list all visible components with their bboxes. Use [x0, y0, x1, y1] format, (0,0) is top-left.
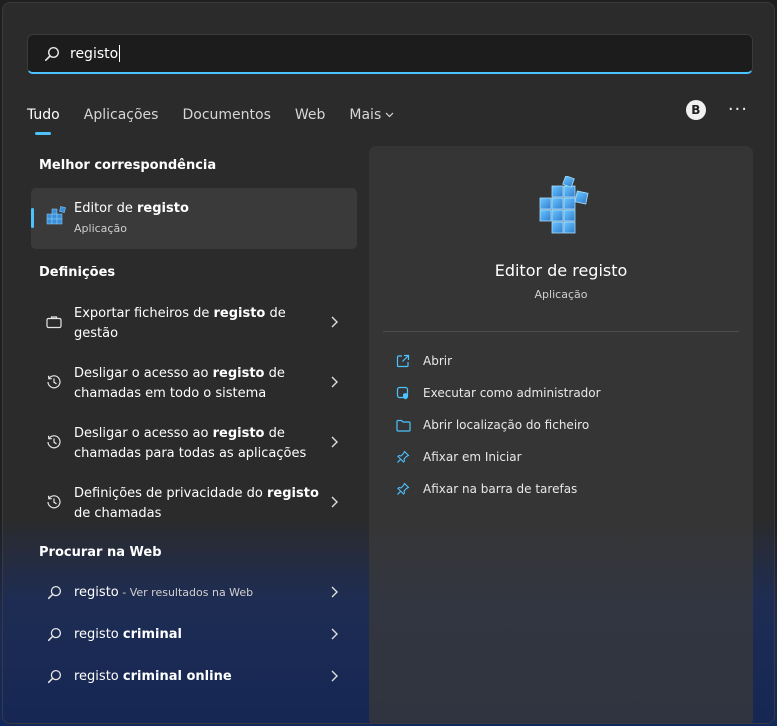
- shield-admin-icon: [395, 385, 411, 401]
- tab-all[interactable]: Tudo: [27, 104, 60, 126]
- chevron-right-icon: [329, 375, 339, 389]
- registry-editor-icon: [46, 206, 66, 225]
- chevron-right-icon: [329, 669, 339, 683]
- chevron-right-icon: [329, 627, 339, 641]
- settings-item[interactable]: Desligar o acesso ao registo de chamadas…: [31, 353, 357, 411]
- web-result-label: registo - Ver resultados na Web: [74, 585, 254, 600]
- registry-editor-icon: [539, 176, 589, 234]
- briefcase-icon: [45, 313, 63, 331]
- chevron-down-icon: [385, 105, 394, 127]
- settings-item-label: Desligar o acesso ao registo de chamadas…: [74, 366, 285, 401]
- action-open[interactable]: Abrir: [395, 351, 452, 371]
- action-open-file-location[interactable]: Abrir localização do ficheiro: [395, 415, 589, 435]
- detail-app-title: Editor de registo: [494, 261, 628, 280]
- settings-item-label: Desligar o acesso ao registo de chamadas…: [74, 426, 307, 461]
- web-result-label: registo criminal: [74, 627, 182, 642]
- search-icon: [45, 667, 63, 685]
- text-caret: [119, 45, 121, 62]
- open-icon: [395, 353, 411, 369]
- web-result-item[interactable]: registo criminal online: [31, 656, 357, 696]
- pin-icon: [395, 449, 411, 465]
- selection-indicator: [31, 208, 34, 228]
- settings-heading: Definições: [39, 265, 116, 280]
- account-avatar[interactable]: B: [685, 100, 706, 120]
- best-match-subtitle: Aplicação: [74, 222, 127, 235]
- more-options-icon[interactable]: ···: [728, 101, 748, 119]
- settings-item-label: Exportar ficheiros de registo de gestão: [74, 306, 286, 341]
- chevron-right-icon: [329, 315, 339, 329]
- best-match-item[interactable]: Editor de registo Aplicação: [31, 188, 357, 249]
- detail-app-type: Aplicação: [534, 288, 588, 301]
- best-match-title: Editor de registo: [74, 201, 189, 216]
- search-icon: [45, 583, 63, 601]
- tab-more[interactable]: Mais: [349, 104, 394, 126]
- detail-panel: Editor de registo Aplicação Abrir Execut…: [369, 146, 753, 723]
- settings-item[interactable]: Definições de privacidade do registo de …: [31, 473, 357, 531]
- tab-web[interactable]: Web: [295, 104, 326, 126]
- top-right-controls: B ···: [685, 99, 748, 121]
- chevron-right-icon: [329, 585, 339, 599]
- web-result-item[interactable]: registo criminal: [31, 614, 357, 654]
- chevron-right-icon: [329, 495, 339, 509]
- history-icon: [45, 493, 63, 511]
- search-icon: [45, 625, 63, 643]
- tab-apps[interactable]: Aplicações: [84, 104, 159, 126]
- action-pin-to-start[interactable]: Afixar em Iniciar: [395, 447, 522, 467]
- web-result-label: registo criminal online: [74, 669, 232, 684]
- tab-more-label: Mais: [349, 107, 382, 123]
- search-icon: [43, 45, 61, 63]
- filter-tabs: Tudo Aplicações Documentos Web Mais: [27, 99, 418, 131]
- search-input[interactable]: registo: [70, 46, 118, 62]
- tab-documents[interactable]: Documentos: [182, 104, 270, 126]
- chevron-right-icon: [329, 435, 339, 449]
- web-heading: Procurar na Web: [39, 545, 162, 560]
- history-icon: [45, 433, 63, 451]
- divider: [383, 331, 739, 332]
- action-pin-to-taskbar[interactable]: Afixar na barra de tarefas: [395, 479, 577, 499]
- settings-item[interactable]: Exportar ficheiros de registo de gestão: [31, 293, 357, 351]
- settings-item[interactable]: Desligar o acesso ao registo de chamadas…: [31, 413, 357, 471]
- settings-item-label: Definições de privacidade do registo de …: [74, 486, 319, 521]
- history-icon: [45, 373, 63, 391]
- start-search-panel: registo Tudo Aplicações Documentos Web M…: [2, 2, 775, 724]
- folder-icon: [395, 417, 411, 433]
- action-run-as-admin[interactable]: Executar como administrador: [395, 383, 601, 403]
- best-match-heading: Melhor correspondência: [39, 158, 217, 173]
- pin-icon: [395, 481, 411, 497]
- search-box[interactable]: registo: [27, 34, 753, 74]
- web-result-item[interactable]: registo - Ver resultados na Web: [31, 572, 357, 612]
